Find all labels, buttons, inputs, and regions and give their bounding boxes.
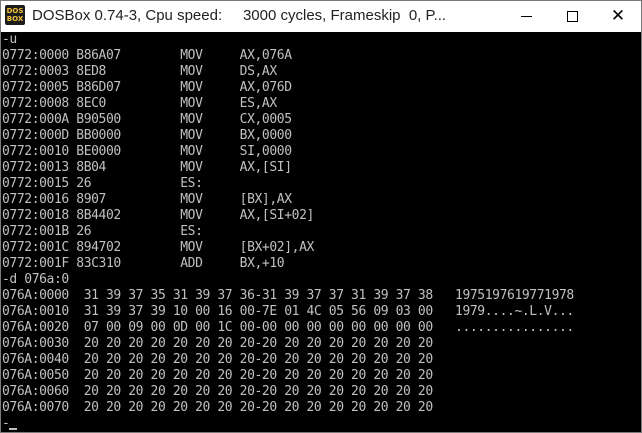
- terminal-line: 0772:0016 8907 MOV [BX],AX: [2, 192, 292, 207]
- terminal-line: 0772:0013 8B04 MOV AX,[SI]: [2, 160, 292, 175]
- close-button[interactable]: ✕: [595, 1, 641, 32]
- title-bar[interactable]: DOS BOX DOSBox 0.74-3, Cpu speed: 3000 c…: [1, 1, 641, 32]
- terminal-line: 0772:0003 8ED8 MOV DS,AX: [2, 64, 277, 79]
- terminal-line: 0772:000A B90500 MOV CX,0005: [2, 112, 292, 127]
- terminal-line: 0772:0008 8EC0 MOV ES,AX: [2, 96, 277, 111]
- terminal-line: -u: [2, 32, 17, 47]
- dos-terminal-screen[interactable]: -u 0772:0000 B86A07 MOV AX,076A 0772:000…: [1, 32, 641, 432]
- minimize-button[interactable]: [503, 1, 549, 32]
- terminal-line: 0772:0000 B86A07 MOV AX,076A: [2, 48, 292, 63]
- terminal-line: 0772:001C 894702 MOV [BX+02],AX: [2, 240, 314, 255]
- terminal-line: 076A:0010 31 39 37 39 10 00 16 00-7E 01 …: [2, 304, 574, 319]
- terminal-line: 076A:0050 20 20 20 20 20 20 20 20-20 20 …: [2, 368, 433, 383]
- terminal-line: 0772:001F 83C310 ADD BX,+10: [2, 256, 285, 271]
- terminal-line: 076A:0030 20 20 20 20 20 20 20 20-20 20 …: [2, 336, 433, 351]
- terminal-line: 0772:0010 BE0000 MOV SI,0000: [2, 144, 292, 159]
- terminal-line: 076A:0020 07 00 09 00 0D 00 1C 00-00 00 …: [2, 320, 574, 335]
- terminal-line: 076A:0000 31 39 37 35 31 39 37 36-31 39 …: [2, 288, 574, 303]
- prompt-text: -: [2, 416, 10, 431]
- terminal-line: 0772:0005 B86D07 MOV AX,076D: [2, 80, 292, 95]
- terminal-line: 0772:0015 26 ES:: [2, 176, 203, 191]
- dosbox-window: DOS BOX DOSBox 0.74-3, Cpu speed: 3000 c…: [0, 0, 642, 433]
- text-cursor: [9, 428, 18, 430]
- terminal-line: 076A:0040 20 20 20 20 20 20 20 20-20 20 …: [2, 352, 433, 367]
- terminal-line: -d 076a:0: [2, 272, 69, 287]
- terminal-line: 0772:000D BB0000 MOV BX,0000: [2, 128, 292, 143]
- terminal-line: 0772:001B 26 ES:: [2, 224, 203, 239]
- app-icon-text-bottom: BOX: [6, 15, 24, 23]
- terminal-line: 076A:0060 20 20 20 20 20 20 20 20-20 20 …: [2, 384, 433, 399]
- terminal-line: 076A:0070 20 20 20 20 20 20 20 20-20 20 …: [2, 400, 433, 415]
- terminal-prompt-line[interactable]: -: [1, 416, 641, 432]
- terminal-line: 0772:0018 8B4402 MOV AX,[SI+02]: [2, 208, 314, 223]
- app-icon-text-top: DOS: [6, 7, 24, 15]
- close-icon: ✕: [610, 6, 626, 26]
- window-title: DOSBox 0.74-3, Cpu speed: 3000 cycles, F…: [32, 7, 447, 24]
- dosbox-app-icon[interactable]: DOS BOX: [5, 5, 25, 25]
- maximize-button[interactable]: [549, 1, 595, 32]
- maximize-icon: [566, 11, 578, 22]
- minimize-icon: [520, 16, 532, 17]
